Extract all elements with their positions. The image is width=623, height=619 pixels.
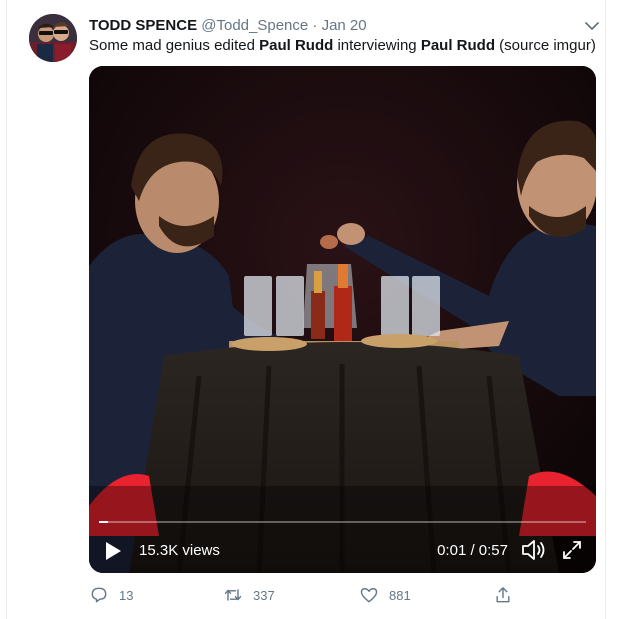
- tweet-date[interactable]: Jan 20: [322, 17, 367, 34]
- reply-icon: [91, 587, 107, 603]
- tweet-header: TODD SPENCE @Todd_Spence · Jan 20: [89, 16, 367, 36]
- play-icon[interactable]: [103, 540, 123, 562]
- video-progress-bar[interactable]: [99, 521, 586, 523]
- chevron-down-icon[interactable]: [581, 15, 603, 37]
- avatar-photo: [29, 14, 77, 62]
- tweet-actions: 13 337 881: [89, 583, 529, 607]
- author-name[interactable]: TODD SPENCE: [89, 17, 197, 34]
- retweet-button[interactable]: 337: [223, 583, 275, 607]
- tweet-text-bold: Paul Rudd: [420, 37, 495, 54]
- tweet-text-part: (source imgur): [495, 37, 596, 54]
- avatar[interactable]: [29, 14, 77, 62]
- reply-button[interactable]: 13: [89, 583, 133, 607]
- fullscreen-icon[interactable]: [560, 538, 584, 562]
- tweet-text-part: Some mad genius edited: [89, 37, 260, 54]
- view-count: 15.3K views: [139, 542, 220, 559]
- video-time: 0:01 / 0:57: [437, 542, 508, 559]
- like-count: 881: [389, 587, 411, 603]
- tweet-text: Some mad genius edited Paul Rudd intervi…: [89, 36, 596, 56]
- reply-count: 13: [119, 587, 134, 603]
- share-button[interactable]: [493, 583, 513, 607]
- author-handle[interactable]: @Todd_Spence: [201, 17, 308, 34]
- retweet-count: 337: [253, 587, 275, 603]
- tweet-card[interactable]: TODD SPENCE @Todd_Spence · Jan 20 Some m…: [6, 0, 606, 619]
- video-frame: [89, 66, 596, 573]
- separator-dot: ·: [312, 17, 318, 34]
- retweet-icon: [224, 589, 242, 601]
- tweet-text-part: interviewing: [333, 37, 421, 54]
- tweet-text-bold: Paul Rudd: [259, 37, 334, 54]
- volume-icon[interactable]: [520, 537, 548, 563]
- heart-icon: [360, 588, 378, 603]
- video-progress-fill: [99, 521, 108, 523]
- like-button[interactable]: 881: [359, 583, 411, 607]
- share-icon: [496, 587, 510, 603]
- video-controls: 15.3K views 0:01 / 0:57: [89, 532, 596, 568]
- video-player[interactable]: 15.3K views 0:01 / 0:57: [89, 66, 596, 573]
